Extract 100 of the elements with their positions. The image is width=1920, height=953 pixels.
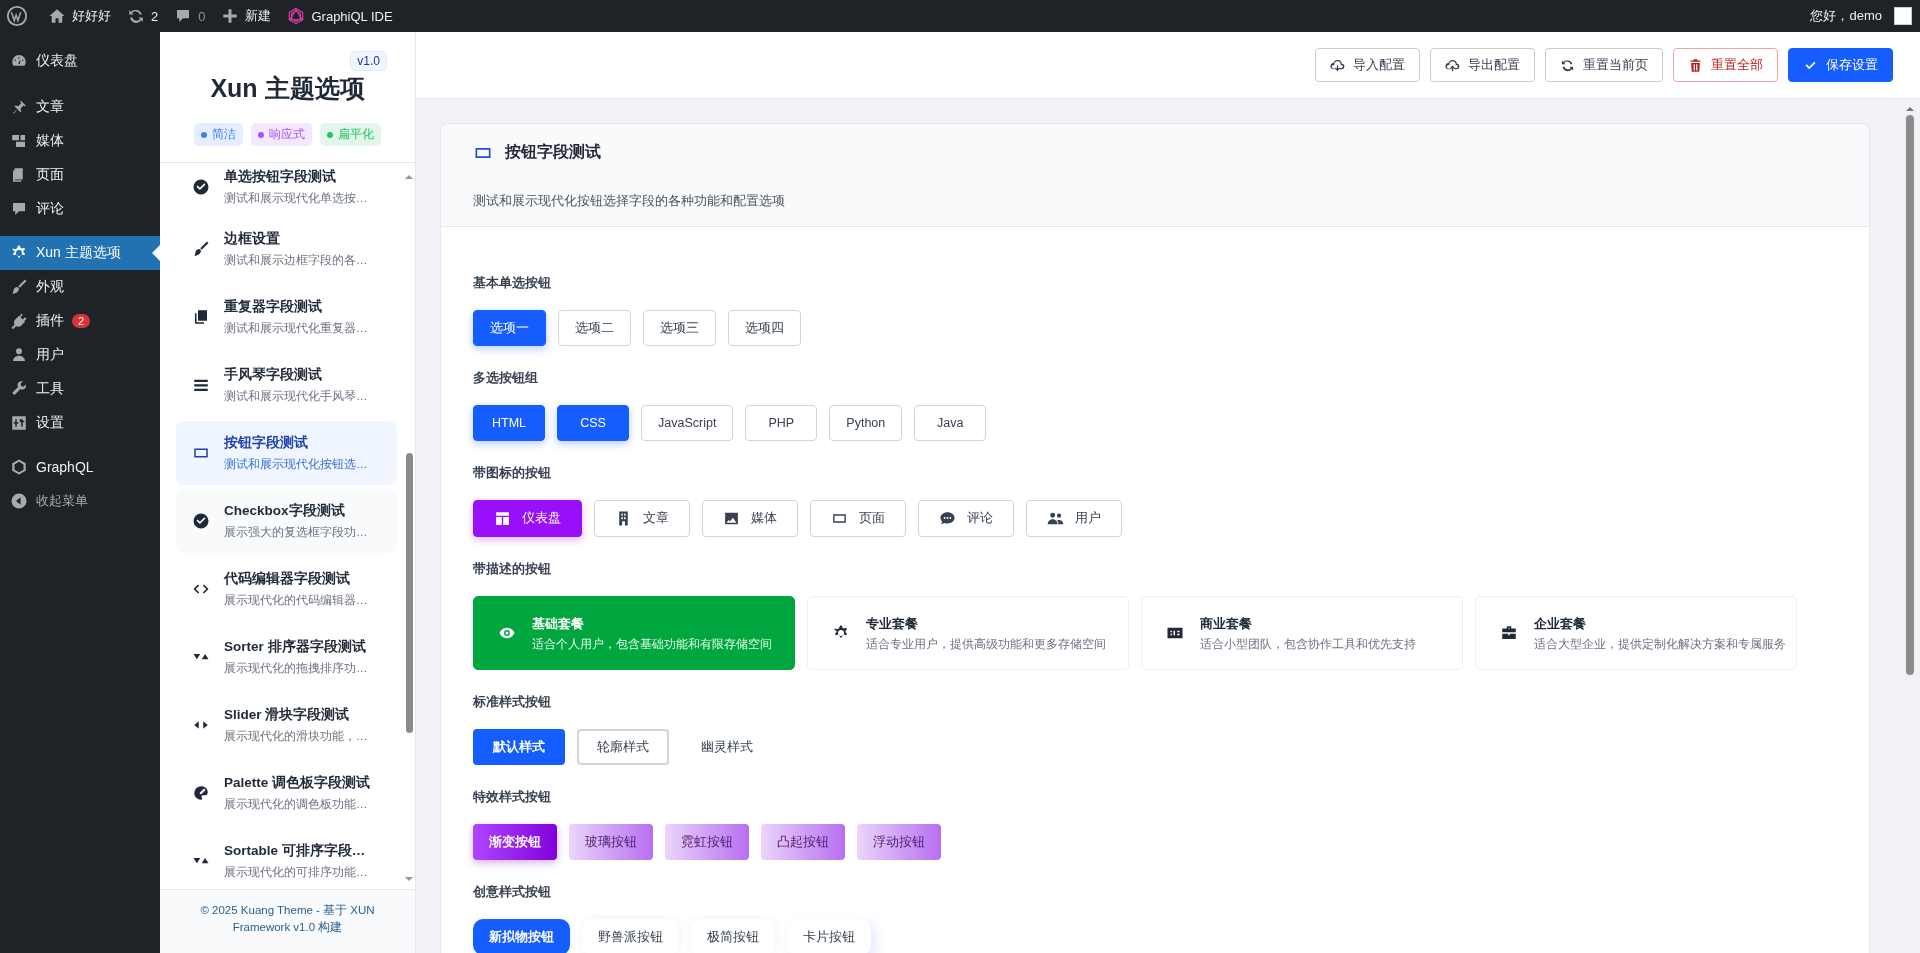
card-description: 测试和展示现代化按钮选择字段的各种功能和配置选项 (473, 193, 786, 210)
admin-menu-item[interactable]: 评论 (0, 192, 160, 226)
user-greeting-link[interactable]: 您好，demo (1810, 7, 1912, 25)
plan-option-card[interactable]: 专业套餐 适合专业用户，提供高级功能和更多存储空间 (807, 596, 1129, 670)
style-button[interactable]: 幽灵样式 (681, 729, 773, 765)
new-link[interactable]: 新建 (221, 7, 272, 25)
multi-option-button[interactable]: CSS (557, 405, 629, 441)
user-icon (10, 346, 28, 364)
plan-option-card[interactable]: 企业套餐 适合大型企业，提供定制化解决方案和专属服务 (1475, 596, 1797, 670)
card-title: 按钮字段测试 (505, 142, 601, 162)
updates-link[interactable]: 2 (127, 7, 159, 25)
tag: 简洁 (194, 123, 243, 146)
style-button[interactable]: 轮廓样式 (577, 729, 669, 765)
home-icon (48, 7, 66, 25)
trash-icon (1688, 57, 1703, 73)
section-item[interactable]: Palette 调色板字段测试 展示现代化的调色板功能… (176, 761, 397, 825)
icon-option-button[interactable]: 用户 (1026, 500, 1122, 537)
palette-icon (192, 784, 210, 802)
wordpress-logo-icon[interactable] (6, 5, 28, 27)
field-label: 带描述的按钮 (473, 561, 552, 578)
admin-menu-item[interactable]: 外观 (0, 270, 160, 304)
icon-option-button[interactable]: 文章 (594, 500, 690, 537)
briefcase-icon (1500, 624, 1518, 642)
section-item[interactable]: 手风琴字段测试 测试和展示现代化手风琴… (176, 353, 397, 417)
field-label: 带图标的按钮 (473, 465, 552, 482)
multi-option-button[interactable]: Java (914, 405, 987, 441)
count-badge: 2 (72, 314, 91, 328)
section-item[interactable]: 重复器字段测试 测试和展示现代化重复器… (176, 285, 397, 349)
copy-icon (192, 308, 210, 326)
section-item[interactable]: 按钮字段测试 测试和展示现代化按钮选… (176, 421, 397, 485)
section-item[interactable]: 单选按钮字段测试 测试和展示现代化单选按… (176, 163, 397, 213)
plan-option-card[interactable]: 商业套餐 适合小型团队，包含协作工具和优先支持 (1141, 596, 1463, 670)
creative-button[interactable]: 新拟物按钮 (473, 919, 570, 953)
cloud-upload-icon (1445, 57, 1460, 73)
admin-menu-item[interactable]: 仪表盘 (0, 44, 160, 78)
multi-option-button[interactable]: HTML (473, 405, 545, 441)
toolbar-button[interactable]: 重置全部 (1673, 48, 1778, 82)
section-item[interactable]: Sorter 排序器字段测试 展示现代化的拖拽排序功… (176, 625, 397, 689)
refresh-icon (127, 7, 145, 25)
radio-option-button[interactable]: 选项三 (643, 310, 716, 346)
admin-menu-item[interactable]: GraphQL (0, 450, 160, 484)
section-item[interactable]: Slider 滑块字段测试 展示现代化的滑块功能，… (176, 693, 397, 757)
field-label: 多选按钮组 (473, 370, 539, 387)
panel-title: Xun 主题选项 (210, 73, 365, 104)
admin-menu-item[interactable]: 收起菜单 (0, 484, 160, 518)
toolbar-button[interactable]: 导出配置 (1430, 48, 1535, 82)
field-label: 基本单选按钮 (473, 275, 552, 292)
effect-button[interactable]: 玻璃按钮 (569, 824, 653, 860)
layout-icon (494, 510, 511, 527)
creative-button[interactable]: 极简按钮 (691, 919, 775, 953)
admin-menu-item[interactable]: 文章 (0, 90, 160, 124)
field-label: 特效样式按钮 (473, 789, 552, 806)
section-item[interactable]: Sortable 可排序字段… 展示现代化的可排序功能… (176, 829, 397, 889)
brush-icon (192, 240, 210, 258)
tag: 响应式 (251, 123, 312, 146)
radio-option-button[interactable]: 选项一 (473, 310, 546, 346)
admin-menu-item[interactable]: 工具 (0, 372, 160, 406)
section-item[interactable]: 代码编辑器字段测试 展示现代化的代码编辑器… (176, 557, 397, 621)
sliders-icon (10, 414, 28, 432)
icon-option-button[interactable]: 仪表盘 (473, 500, 582, 537)
icon-option-button[interactable]: 页面 (810, 500, 906, 537)
admin-menu-item[interactable]: 用户 (0, 338, 160, 372)
radio-option-button[interactable]: 选项二 (558, 310, 631, 346)
multi-option-button[interactable]: JavaScript (641, 405, 734, 441)
radio-option-button[interactable]: 选项四 (728, 310, 801, 346)
toolbar-button[interactable]: 重置当前页 (1545, 48, 1663, 82)
style-button[interactable]: 默认样式 (473, 729, 565, 765)
field-label: 标准样式按钮 (473, 694, 552, 711)
footer-text: © 2025 Kuang Theme - 基于 XUN Framework v1.0 构建 (160, 889, 415, 953)
toolbar-button[interactable]: 保存设置 (1788, 48, 1893, 82)
admin-menu-item[interactable]: 插件 2 (0, 304, 160, 338)
wrench-icon (10, 380, 28, 398)
multi-option-button[interactable]: Python (829, 405, 903, 441)
admin-menu-item[interactable]: 页面 (0, 158, 160, 192)
creative-button[interactable]: 野兽派按钮 (582, 919, 679, 953)
effect-button[interactable]: 霓虹按钮 (665, 824, 749, 860)
field-label: 创意样式按钮 (473, 884, 552, 901)
version-badge: v1.0 (350, 51, 387, 71)
image-icon (723, 510, 740, 527)
section-item[interactable]: 边框设置 测试和展示边框字段的各… (176, 217, 397, 281)
multi-option-button[interactable]: PHP (745, 405, 818, 441)
creative-button[interactable]: 卡片按钮 (787, 919, 871, 953)
icon-option-button[interactable]: 媒体 (702, 500, 798, 537)
graphiql-link[interactable]: GraphiQL IDE (287, 7, 393, 25)
effect-button[interactable]: 浮动按钮 (857, 824, 941, 860)
comment-icon (10, 200, 28, 218)
admin-menu-item[interactable]: 媒体 (0, 124, 160, 158)
icon-option-button[interactable]: 评论 (918, 500, 1014, 537)
effect-button[interactable]: 渐变按钮 (473, 824, 557, 860)
comments-link[interactable]: 0 (174, 7, 206, 25)
chat-icon (939, 510, 956, 527)
toolbar-button[interactable]: 导入配置 (1315, 48, 1420, 82)
collapse-icon (10, 492, 28, 510)
effect-button[interactable]: 凸起按钮 (761, 824, 845, 860)
site-link[interactable]: 好好好 (48, 7, 111, 25)
admin-menu-item[interactable]: Xun 主题选项 (0, 236, 160, 270)
admin-menu-item[interactable]: 设置 (0, 406, 160, 440)
section-item[interactable]: Checkbox字段测试 展示强大的复选框字段功… (176, 489, 397, 553)
brush-icon (10, 278, 28, 296)
plus-icon (221, 7, 240, 25)
